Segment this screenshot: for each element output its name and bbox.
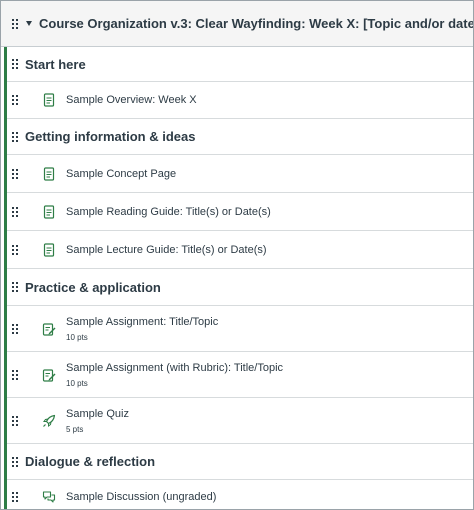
page-icon	[42, 166, 56, 181]
drag-handle-icon[interactable]	[12, 456, 18, 467]
item-title[interactable]: Sample Overview: Week X	[66, 94, 197, 106]
drag-handle-icon[interactable]	[12, 18, 18, 29]
subheader-practice-application[interactable]: Practice & application	[7, 269, 473, 306]
drag-handle-icon[interactable]	[12, 369, 18, 380]
drag-handle-icon[interactable]	[12, 492, 18, 502]
page-icon	[42, 93, 56, 107]
drag-handle-icon[interactable]	[12, 244, 18, 255]
discussion-icon	[42, 490, 56, 504]
drag-handle-icon[interactable]	[12, 59, 18, 69]
item-title[interactable]: Sample Discussion (ungraded)	[66, 491, 216, 503]
item-points: 10 pts	[66, 333, 88, 342]
drag-handle-icon[interactable]	[12, 95, 18, 105]
quiz-rocket-icon	[42, 414, 56, 428]
item-points: 5 pts	[66, 425, 84, 434]
module-item-discussion[interactable]: Sample Discussion (ungraded)	[7, 480, 473, 509]
course-module: Course Organization v.3: Clear Wayfindin…	[0, 0, 474, 510]
module-item-assignment-rubric[interactable]: Sample Assignment (with Rubric): Title/T…	[7, 352, 473, 398]
drag-handle-icon[interactable]	[12, 282, 18, 292]
subheader-title: Getting information & ideas	[25, 129, 196, 144]
module-item-assignment[interactable]: Sample Assignment: Title/Topic 10 pts	[7, 306, 473, 352]
item-title[interactable]: Sample Lecture Guide: Title(s) or Date(s…	[66, 244, 267, 256]
drag-handle-icon[interactable]	[12, 415, 18, 426]
item-title[interactable]: Sample Assignment: Title/Topic	[66, 316, 218, 328]
subheader-dialogue-reflection[interactable]: Dialogue & reflection	[7, 444, 473, 480]
drag-handle-icon[interactable]	[12, 206, 18, 217]
caret-down-icon[interactable]	[26, 21, 32, 26]
module-item-concept[interactable]: Sample Concept Page	[7, 155, 473, 193]
subheader-title: Start here	[25, 56, 86, 72]
page-icon	[42, 242, 56, 257]
item-title[interactable]: Sample Reading Guide: Title(s) or Date(s…	[66, 206, 271, 218]
drag-handle-icon[interactable]	[12, 168, 18, 179]
item-title[interactable]: Sample Concept Page	[66, 168, 176, 180]
subheader-start-here[interactable]: Start here	[7, 47, 473, 82]
assignment-icon	[42, 368, 56, 382]
item-title[interactable]: Sample Quiz	[66, 408, 129, 420]
page-icon	[42, 204, 56, 219]
item-title[interactable]: Sample Assignment (with Rubric): Title/T…	[66, 362, 283, 374]
item-points: 10 pts	[66, 379, 88, 388]
module-item-lecture-guide[interactable]: Sample Lecture Guide: Title(s) or Date(s…	[7, 231, 473, 269]
drag-handle-icon[interactable]	[12, 323, 18, 334]
module-header[interactable]: Course Organization v.3: Clear Wayfindin…	[1, 1, 473, 47]
subheader-title: Dialogue & reflection	[25, 454, 156, 469]
module-item-reading-guide[interactable]: Sample Reading Guide: Title(s) or Date(s…	[7, 193, 473, 231]
assignment-icon	[42, 322, 56, 336]
subheader-title: Practice & application	[25, 279, 161, 295]
subheader-getting-information[interactable]: Getting information & ideas	[7, 119, 473, 155]
drag-handle-icon[interactable]	[12, 131, 18, 142]
module-item-overview[interactable]: Sample Overview: Week X	[7, 82, 473, 119]
module-item-quiz[interactable]: Sample Quiz 5 pts	[7, 398, 473, 444]
module-title[interactable]: Course Organization v.3: Clear Wayfindin…	[39, 16, 473, 31]
